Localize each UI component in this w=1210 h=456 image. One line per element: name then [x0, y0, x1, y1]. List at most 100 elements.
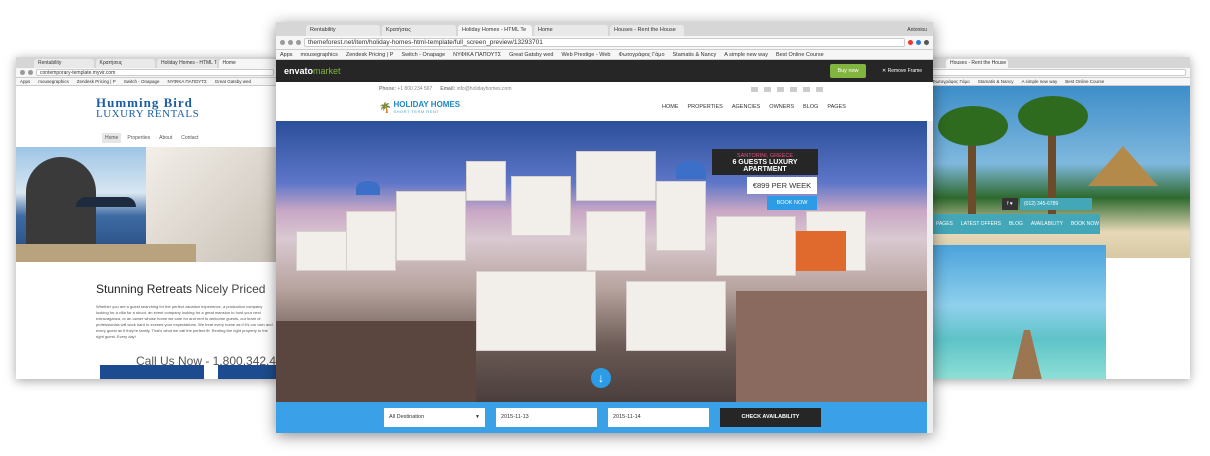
logo-title: Humming Bird: [96, 95, 193, 110]
nav-item-home[interactable]: Home: [102, 133, 122, 143]
site-logo[interactable]: HOLIDAY HOMES SHORT TERM RENT: [393, 101, 460, 115]
flag-icon[interactable]: [790, 86, 797, 92]
nav-item[interactable]: AVAILABILITY: [1031, 221, 1063, 227]
nav-item[interactable]: LATEST OFFERS: [961, 221, 1001, 227]
checkin-date-input[interactable]: 2015-11-13: [496, 408, 597, 427]
nav-item-owners[interactable]: OWNERS: [769, 104, 794, 110]
envato-logo[interactable]: envatomarket: [284, 66, 341, 76]
reload-icon[interactable]: [296, 40, 301, 45]
bookmark[interactable]: Best Online Course: [776, 50, 824, 59]
heading-part: Stunning Retreats: [96, 282, 193, 296]
bookmark[interactable]: Apps: [20, 78, 30, 85]
offer-title: 6 GUESTS LUXURY APARTMENT: [732, 159, 798, 173]
hero-image: [16, 147, 278, 262]
nav-item-properties[interactable]: PROPERTIES: [688, 104, 723, 110]
currency-icon[interactable]: [751, 86, 758, 92]
nav-item-home[interactable]: HOME: [662, 104, 679, 110]
nav-item-about[interactable]: About: [156, 133, 175, 143]
bookmark[interactable]: Switch - Onapage: [124, 78, 160, 85]
bookmark[interactable]: Zendesk Pricing | P: [346, 50, 394, 59]
bookmark[interactable]: Switch - Onapage: [401, 50, 445, 59]
destination-select[interactable]: All Destination: [384, 408, 485, 427]
bookmark[interactable]: Stamatis & Nancy: [978, 78, 1014, 85]
bookmark[interactable]: Best Online Course: [1065, 78, 1104, 85]
thumbnails: [100, 365, 278, 379]
back-icon[interactable]: [280, 40, 285, 45]
site-header: 🌴 HOLIDAY HOMES SHORT TERM RENT HOME PROP…: [276, 96, 933, 120]
site-logo[interactable]: Humming Bird LUXURY RENTALS: [16, 86, 278, 131]
nav-item-blog[interactable]: BLOG: [803, 104, 818, 110]
checkout-date-input[interactable]: 2015-11-14: [608, 408, 709, 427]
browser-tab[interactable]: Rentability: [34, 59, 94, 68]
browser-tab[interactable]: Κρατήσεις: [382, 25, 456, 36]
bookmark[interactable]: mousegraphics: [38, 78, 69, 85]
bookmark[interactable]: Φωτογράφος Γάμο: [932, 78, 970, 85]
buy-now-button[interactable]: Buy now: [830, 64, 866, 78]
email-value[interactable]: info@holidayhomes.com: [457, 86, 512, 92]
flag-icon[interactable]: [803, 86, 810, 92]
back-icon[interactable]: [20, 70, 25, 75]
right-browser-window: Houses - Rent the House Φωτογράφος Γάμο …: [928, 57, 1190, 379]
site-nav: Home Properties About Contact: [16, 131, 278, 145]
profile-name[interactable]: Antoniou: [907, 25, 927, 36]
phone-label: Phone:: [379, 86, 396, 92]
nav-item-agencies[interactable]: AGENCIES: [732, 104, 760, 110]
nav-item[interactable]: BOOK NOW: [1071, 221, 1099, 227]
browser-tab[interactable]: Holiday Homes - HTML Te: [458, 25, 532, 36]
nav-item-contact[interactable]: Contact: [178, 133, 201, 143]
browser-tab[interactable]: Home: [218, 59, 278, 68]
envato-market: market: [313, 66, 341, 76]
bookmark[interactable]: Web Prestige - Web: [561, 50, 610, 59]
browser-tab[interactable]: Holiday Homes - HTML Te: [157, 59, 217, 68]
nav-item-pages[interactable]: PAGES: [827, 104, 846, 110]
browser-tab[interactable]: Κρατήσεις: [95, 59, 155, 68]
url-input[interactable]: contemporary-template.myvir.com: [36, 69, 274, 76]
bookmark[interactable]: Zendesk Pricing | P: [77, 78, 116, 85]
bookmark[interactable]: ΝΥΦΙΚΑ ΠΑΠΟΥΤΣ: [168, 78, 207, 85]
offer-card: SANTORINI, GREECE 6 GUESTS LUXURY APARTM…: [712, 149, 818, 210]
offer-price: €899 PER WEEK: [747, 177, 817, 194]
bookmark[interactable]: Great Gatsby wed: [509, 50, 553, 59]
bookmark[interactable]: ΝΥΦΙΚΑ ΠΑΠΟΥΤΣ: [453, 50, 501, 59]
nav-item[interactable]: BLOG: [1009, 221, 1023, 227]
left-browser-window: Rentability Κρατήσεις Holiday Homes - HT…: [16, 57, 278, 379]
flag-icon[interactable]: [816, 86, 823, 92]
pinterest-icon[interactable]: [908, 40, 913, 45]
url-input[interactable]: [932, 69, 1186, 76]
arrow-down-icon[interactable]: ↓: [591, 368, 611, 388]
nav-item-properties[interactable]: Properties: [124, 133, 153, 143]
browser-tab[interactable]: Houses - Rent the House: [610, 25, 684, 36]
scrollbar[interactable]: [927, 121, 933, 433]
reload-icon[interactable]: [28, 70, 33, 75]
bookmark[interactable]: Apps: [280, 50, 293, 59]
check-availability-button[interactable]: CHECK AVAILABILITY: [720, 408, 821, 427]
social-icons[interactable]: f ♥: [1002, 198, 1018, 210]
bookmark[interactable]: A simple new way: [724, 50, 768, 59]
thumbnail[interactable]: [100, 365, 204, 379]
bookmark[interactable]: mousegraphics: [301, 50, 338, 59]
browser-tab[interactable]: Rentability: [306, 25, 380, 36]
flag-icon[interactable]: [777, 86, 784, 92]
book-now-button[interactable]: BOOK NOW: [767, 196, 817, 210]
bookmark[interactable]: Great Gatsby wed: [215, 78, 251, 85]
remove-frame-button[interactable]: ✕ Remove Frame: [882, 64, 922, 78]
language-flags: [751, 86, 823, 92]
tab-strip: Houses - Rent the House: [928, 57, 1190, 68]
bookmark[interactable]: A simple new way: [1021, 78, 1057, 85]
forward-icon[interactable]: [288, 40, 293, 45]
extension-icon[interactable]: [916, 40, 921, 45]
url-input[interactable]: themeforest.net/item/holiday-homes-html-…: [304, 38, 905, 47]
main-browser-window: Rentability Κρατήσεις Holiday Homes - HT…: [276, 22, 933, 433]
thumbnail[interactable]: [218, 365, 278, 379]
nav-item[interactable]: PAGES: [936, 221, 953, 227]
hero-image: f ♥ (012) 345-6789 PAGES LATEST OFFERS B…: [928, 86, 1190, 258]
tab-strip: Rentability Κρατήσεις Holiday Homes - HT…: [16, 57, 278, 68]
browser-tab[interactable]: Houses - Rent the House: [946, 59, 1008, 68]
flag-icon[interactable]: [764, 86, 771, 92]
bookmark[interactable]: Φωτογράφος Γάμο: [618, 50, 664, 59]
browser-tab[interactable]: Home: [534, 25, 608, 36]
menu-icon[interactable]: [924, 40, 929, 45]
envato-brand: envato: [284, 66, 314, 76]
main-nav: HOME PROPERTIES AGENCIES OWNERS BLOG PAG…: [662, 104, 846, 110]
bookmark[interactable]: Stamatis & Nancy: [673, 50, 717, 59]
